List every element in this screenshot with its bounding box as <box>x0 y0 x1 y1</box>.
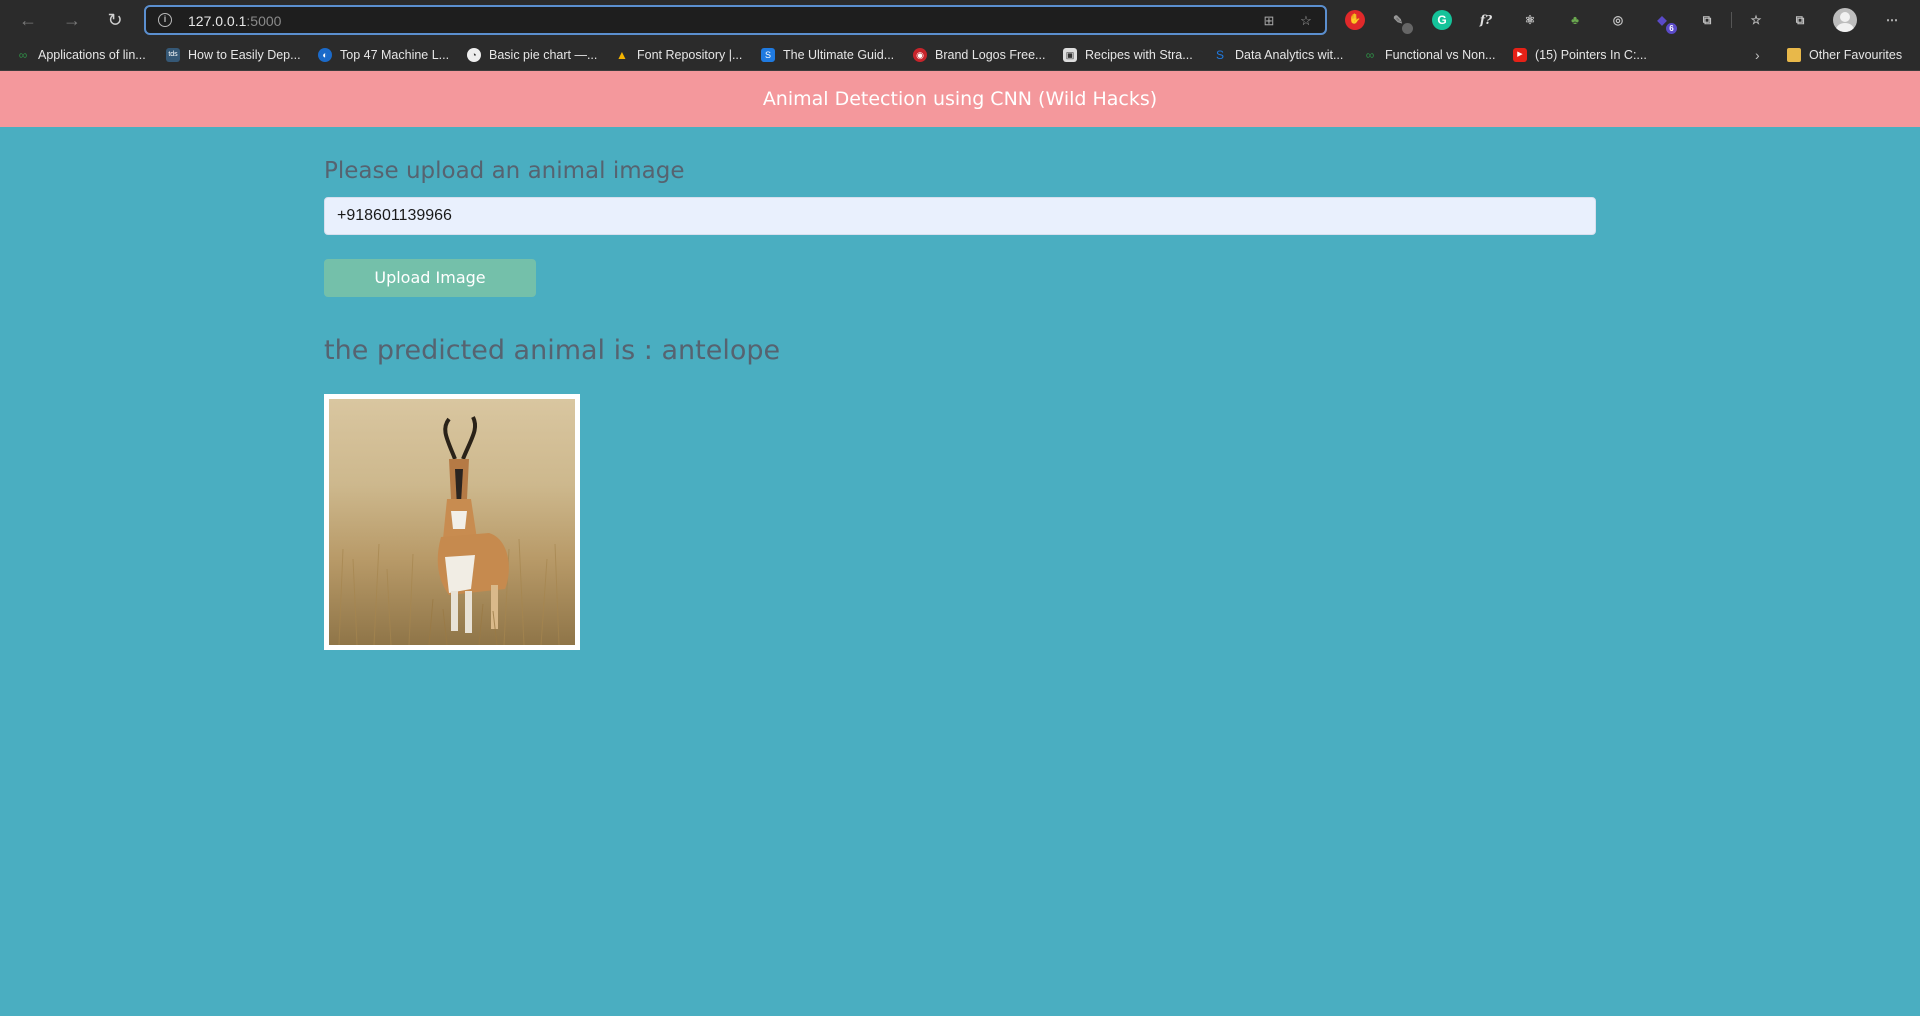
app-title: Animal Detection using CNN (Wild Hacks) <box>762 88 1158 110</box>
bookmark-label: Applications of lin... <box>38 48 146 62</box>
bookmark-item[interactable]: ◉ Brand Logos Free... <box>913 46 1045 64</box>
bookmark-label: The Ultimate Guid... <box>783 48 895 62</box>
other-favourites[interactable]: Other Favourites <box>1787 46 1902 64</box>
tree-icon[interactable]: ♣ <box>1565 10 1585 30</box>
chevron-right-icon[interactable]: › <box>1755 46 1760 64</box>
reload-icon[interactable]: ↻ <box>103 8 127 32</box>
toolbar-divider <box>1731 12 1732 28</box>
recipes-icon: ▣ <box>1063 48 1077 62</box>
extension-badge-icon[interactable]: ◆ 6 <box>1652 10 1677 34</box>
bookmark-label: Brand Logos Free... <box>935 48 1046 62</box>
bookmark-label: Data Analytics wit... <box>1235 48 1344 62</box>
formula-icon[interactable]: f? <box>1476 10 1496 30</box>
profile-avatar-icon[interactable] <box>1833 8 1857 32</box>
bookmark-item[interactable]: ▶ (15) Pointers In C:... <box>1513 46 1647 64</box>
brand-logos-icon: ◉ <box>913 48 927 62</box>
forward-arrow-icon[interactable]: → <box>60 8 84 32</box>
bookmark-label: Top 47 Machine L... <box>340 48 450 62</box>
bookmark-label: Recipes with Stra... <box>1085 48 1193 62</box>
upload-image-button[interactable]: Upload Image <box>324 259 536 297</box>
bookmark-item[interactable]: tds How to Easily Dep... <box>166 46 301 64</box>
geeks-icon: ∞ <box>18 48 28 62</box>
bookmark-item[interactable]: ▲ Font Repository |... <box>615 46 742 64</box>
pen-tool-icon[interactable]: ✎ <box>1388 10 1413 34</box>
react-icon[interactable]: ⚛ <box>1520 10 1540 30</box>
hand-stop-icon[interactable]: ✋ <box>1345 10 1365 30</box>
bookmark-item[interactable]: ∞ Functional vs Non... <box>1363 46 1496 64</box>
antelope-photo <box>329 399 575 645</box>
browser-toolbar: ← → ↻ i 127.0.0.1:5000 ⊞ ☆ ✋ ✎ G f? ⚛ ♣ … <box>0 0 1920 40</box>
other-favourites-label: Other Favourites <box>1809 48 1903 62</box>
address-bar[interactable]: i 127.0.0.1:5000 ⊞ ☆ <box>144 5 1327 35</box>
bookmark-label: Functional vs Non... <box>1385 48 1496 62</box>
url-text[interactable]: 127.0.0.1:5000 <box>188 13 281 29</box>
data-analytics-icon: S <box>1215 48 1224 62</box>
grammarly-icon[interactable]: G <box>1432 10 1452 30</box>
bookmark-item[interactable]: S Data Analytics wit... <box>1213 46 1343 64</box>
app-header: Animal Detection using CNN (Wild Hacks) <box>0 71 1920 127</box>
bookmark-item[interactable]: ∞ Applications of lin... <box>16 46 146 64</box>
youtube-icon: ▶ <box>1513 48 1527 62</box>
url-host: 127.0.0.1 <box>188 13 247 29</box>
upload-label: Please upload an animal image <box>324 158 685 184</box>
bookmark-label: Basic pie chart —... <box>489 48 598 62</box>
collections-icon[interactable]: ⧉ <box>1790 10 1810 30</box>
more-options-icon[interactable]: ⋯ <box>1882 10 1902 30</box>
extension-badge-count: 6 <box>1666 23 1677 34</box>
s-blue-icon: S <box>761 48 775 62</box>
bookmark-label: (15) Pointers In C:... <box>1535 48 1647 62</box>
geeks-icon: ∞ <box>1365 48 1375 62</box>
url-port: :5000 <box>246 13 282 29</box>
folder-icon <box>1787 48 1801 62</box>
file-input[interactable]: +918601139966 <box>324 197 1596 235</box>
bookmark-label: Font Repository |... <box>637 48 743 62</box>
bookmark-item[interactable]: ▣ Recipes with Stra... <box>1063 46 1193 64</box>
springboard-icon: ◐ <box>318 48 332 62</box>
bookmark-item[interactable]: ◔ Basic pie chart —... <box>467 46 597 64</box>
matplotlib-icon: ◔ <box>467 48 481 62</box>
add-favorite-icon[interactable]: ☆ <box>1298 13 1314 29</box>
bookmark-item[interactable]: S The Ultimate Guid... <box>761 46 894 64</box>
extensions-puzzle-icon[interactable]: ⧉ <box>1697 10 1717 30</box>
app-grid-icon[interactable]: ⊞ <box>1261 13 1277 29</box>
bookmark-item[interactable]: ◐ Top 47 Machine L... <box>318 46 449 64</box>
tds-icon: tds <box>166 48 180 62</box>
target-icon[interactable]: ◎ <box>1608 10 1628 30</box>
bookmarks-bar: ∞ Applications of lin... tds How to Easily… <box>0 40 1920 71</box>
site-info-icon[interactable]: i <box>158 13 172 27</box>
prediction-text: the predicted animal is : antelope <box>324 335 781 366</box>
drive-icon: ▲ <box>616 48 628 62</box>
back-arrow-icon[interactable]: ← <box>16 8 40 32</box>
favorites-icon[interactable]: ☆ <box>1746 10 1766 30</box>
uploaded-animal-image <box>324 394 580 650</box>
bookmark-label: How to Easily Dep... <box>188 48 301 62</box>
